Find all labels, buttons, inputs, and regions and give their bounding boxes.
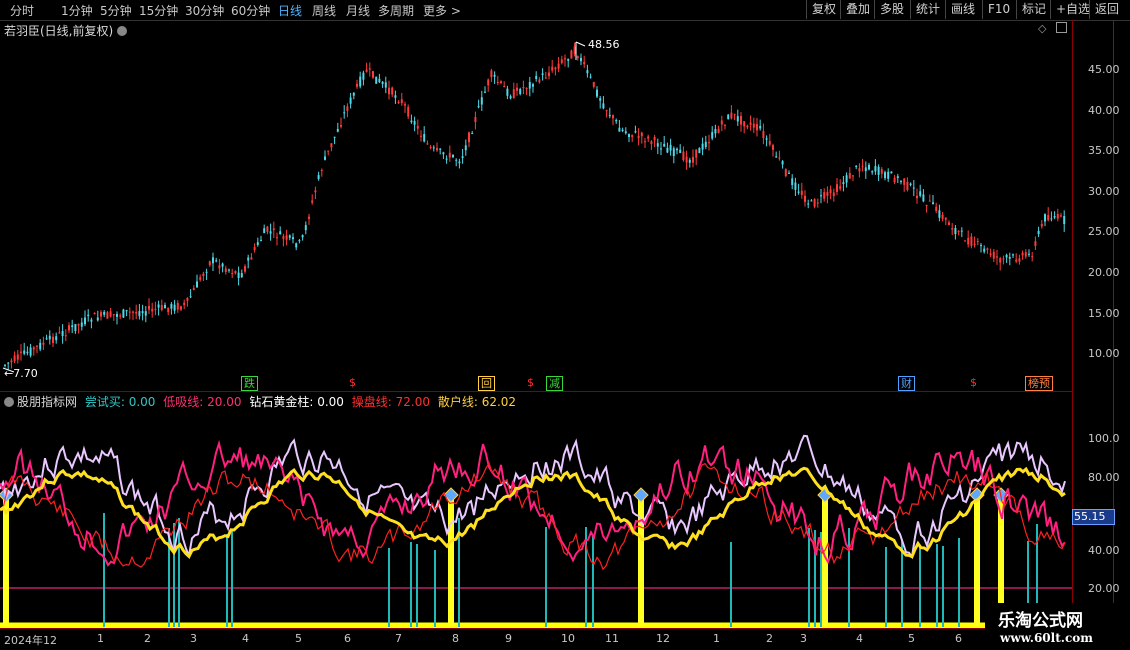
signal-label[interactable]: $ [347, 376, 358, 389]
date-tick: 3 [800, 632, 807, 645]
btn-adjust[interactable]: 复权 [806, 0, 841, 19]
date-tick: 6 [955, 632, 962, 645]
period-more[interactable]: 更多 > [423, 2, 461, 19]
signal-label[interactable]: 榜预 [1025, 376, 1053, 391]
price-tick: 25.00 [1088, 225, 1120, 238]
period-1min[interactable]: 1分钟 [61, 2, 93, 19]
date-tick: 9 [505, 632, 512, 645]
candle-group [4, 42, 1066, 371]
try-buy-bar [178, 518, 180, 627]
low-price-value: 7.70 [13, 367, 38, 380]
date-tick: 4 [242, 632, 249, 645]
gold-pillar [3, 496, 9, 626]
date-tick: 5 [908, 632, 915, 645]
try-buy-bar [231, 529, 233, 627]
indicator-tick: 40.00 [1088, 544, 1120, 557]
signal-label[interactable]: 减 [546, 376, 563, 391]
try-buy-bar [592, 536, 594, 627]
try-buy-bar [410, 542, 412, 627]
axis-separator [1072, 20, 1073, 650]
watermark-title: 乐淘公式网 [998, 611, 1083, 631]
btn-f10[interactable]: F10 [982, 0, 1015, 19]
price-tick: 40.00 [1088, 104, 1120, 117]
date-tick: 11 [605, 632, 619, 645]
try-buy-bar [808, 528, 810, 627]
try-buy-bar [942, 546, 944, 627]
period-monthly[interactable]: 月线 [346, 2, 370, 19]
try-buy-bar [936, 544, 938, 627]
price-tick: 45.00 [1088, 63, 1120, 76]
price-tick: 10.00 [1088, 347, 1120, 360]
date-tick: 3 [190, 632, 197, 645]
signal-label[interactable]: 跌 [241, 376, 258, 391]
watermark-url: www.60lt.com [1000, 631, 1093, 645]
try-buy-bar [545, 527, 547, 627]
period-multi[interactable]: 多周期 [378, 2, 414, 19]
period-toolbar: 分时 1分钟 5分钟 15分钟 30分钟 60分钟 日线 周线 月线 多周期 更… [0, 0, 1130, 21]
indicator-tick: 100.0 [1088, 432, 1120, 445]
signal-label[interactable]: $ [968, 376, 979, 389]
try-buy-bar [885, 547, 887, 627]
period-intraday[interactable]: 分时 [10, 2, 34, 19]
period-5min[interactable]: 5分钟 [100, 2, 132, 19]
pink-line-a [0, 434, 1066, 560]
try-buy-bar [958, 538, 960, 627]
diamond-marker [443, 487, 459, 503]
price-tick: 30.00 [1088, 185, 1120, 198]
date-tick: 10 [561, 632, 575, 645]
date-tick: 1 [713, 632, 720, 645]
date-tick: 4 [856, 632, 863, 645]
btn-stats[interactable]: 统计 [910, 0, 945, 19]
date-tick: 8 [452, 632, 459, 645]
try-buy-bar [434, 550, 436, 627]
current-value-badge: 55.15 [1072, 509, 1115, 525]
date-tick: 1 [97, 632, 104, 645]
indicator-group [0, 434, 1072, 628]
date-tick: 7 [395, 632, 402, 645]
date-tick: 12 [656, 632, 670, 645]
period-weekly[interactable]: 周线 [312, 2, 336, 19]
btn-back[interactable]: 返回 [1089, 0, 1124, 19]
try-buy-bar [388, 548, 390, 627]
try-buy-bar [226, 534, 228, 627]
period-daily[interactable]: 日线 [278, 2, 302, 19]
high-price-label: 48.56 [588, 38, 620, 51]
signal-label[interactable]: 财 [898, 376, 915, 391]
date-tick: 5 [295, 632, 302, 645]
period-15min[interactable]: 15分钟 [139, 2, 178, 19]
price-tick: 15.00 [1088, 307, 1120, 320]
gold-pillar [448, 496, 454, 626]
btn-mark[interactable]: 标记 [1016, 0, 1051, 19]
candlestick-chart [2, 41, 1066, 373]
low-price-label: ←7.70 [4, 367, 38, 380]
try-buy-bar [919, 545, 921, 627]
indicator-chart [0, 434, 1072, 628]
try-buy-bar [730, 542, 732, 627]
indicator-tick: 80.00 [1088, 471, 1120, 484]
try-buy-bar [103, 513, 105, 627]
signal-label[interactable]: 回 [478, 376, 495, 391]
btn-draw[interactable]: 画线 [945, 0, 980, 19]
try-buy-bar [848, 528, 850, 627]
price-tick: 20.00 [1088, 266, 1120, 279]
try-buy-bar [416, 544, 418, 627]
date-tick: 2024年12 [4, 634, 57, 647]
signal-label[interactable]: $ [525, 376, 536, 389]
btn-multi-stock[interactable]: 多股 [874, 0, 909, 19]
date-tick: 2 [144, 632, 151, 645]
indicator-tick: 20.00 [1088, 582, 1120, 595]
period-60min[interactable]: 60分钟 [231, 2, 270, 19]
price-tick: 35.00 [1088, 144, 1120, 157]
diamond-marker [633, 487, 649, 503]
period-30min[interactable]: 30分钟 [185, 2, 224, 19]
btn-overlay[interactable]: 叠加 [840, 0, 875, 19]
date-tick: 6 [344, 632, 351, 645]
date-tick: 2 [766, 632, 773, 645]
try-buy-bar [173, 523, 175, 627]
period-more-label: 更多 [423, 4, 448, 18]
date-divider [0, 628, 1072, 629]
gold-pillar [974, 496, 980, 626]
chevron-right-icon: > [447, 4, 461, 18]
